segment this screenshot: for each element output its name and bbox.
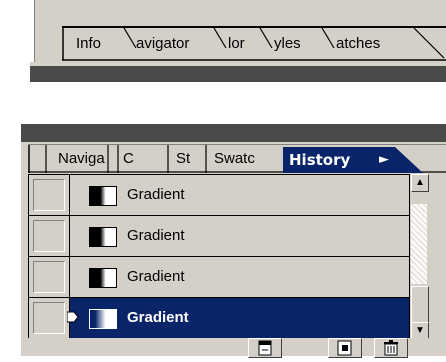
history-brush-source-cell[interactable] xyxy=(29,216,70,256)
current-state-slider-icon[interactable] xyxy=(67,311,79,323)
tab-navigator[interactable]: avigator xyxy=(136,28,189,60)
history-tab-row: Naviga C St Swatc History ► xyxy=(28,144,446,173)
history-state-row[interactable]: Gradient xyxy=(29,216,417,257)
tab-swatches[interactable]: Swatc xyxy=(214,145,255,173)
top-panel-bottom-bar xyxy=(30,66,446,82)
delete-state-button[interactable] xyxy=(374,338,408,358)
gradient-fill xyxy=(90,187,116,205)
gradient-icon xyxy=(89,186,117,206)
new-snapshot-icon xyxy=(337,340,352,356)
top-palette-panel: Info avigator lor yles atches xyxy=(30,0,446,82)
tab-swatches[interactable]: atches xyxy=(336,28,380,60)
history-palette-panel: Naviga C St Swatc History ► Gradient Gra… xyxy=(18,124,446,358)
top-panel-frame: Info avigator lor yles atches xyxy=(30,0,446,62)
tab-color[interactable]: C xyxy=(123,145,134,173)
new-snapshot-button[interactable] xyxy=(328,338,362,358)
source-box xyxy=(33,261,65,293)
panel-edge xyxy=(18,124,21,356)
scroll-track[interactable] xyxy=(411,204,427,284)
history-state-row[interactable]: Gradient xyxy=(29,257,417,298)
trash-icon xyxy=(384,340,398,356)
history-state-row[interactable]: Gradient xyxy=(29,175,417,216)
history-scrollbar[interactable]: ▲ ▼ xyxy=(409,174,429,340)
history-state-label: Gradient xyxy=(127,227,185,244)
gradient-fill xyxy=(90,310,116,328)
source-box xyxy=(33,302,65,334)
tab-styles[interactable]: St xyxy=(176,145,190,173)
scroll-up-button[interactable]: ▲ xyxy=(411,174,429,192)
tab-styles[interactable]: yles xyxy=(274,28,301,60)
history-state-label: Gradient xyxy=(127,186,185,203)
history-state-row-selected[interactable]: Gradient xyxy=(29,298,417,339)
new-document-from-state-icon xyxy=(258,340,272,356)
history-title-bar[interactable] xyxy=(18,124,446,142)
gradient-fill xyxy=(90,228,116,246)
tab-navigator[interactable]: Naviga xyxy=(58,145,105,173)
top-tab-row: Info avigator lor yles atches xyxy=(62,26,446,62)
gradient-icon xyxy=(89,309,117,329)
history-brush-source-cell[interactable] xyxy=(29,175,70,215)
history-brush-source-cell[interactable] xyxy=(29,298,70,338)
tab-info[interactable]: Info xyxy=(76,28,101,60)
palette-menu-arrow-icon[interactable]: ► xyxy=(379,147,389,173)
tab-separators xyxy=(62,28,446,61)
history-state-label: Gradient xyxy=(127,268,185,285)
tab-history-label: History xyxy=(289,151,351,169)
new-document-from-state-button[interactable] xyxy=(248,338,282,358)
gradient-icon xyxy=(89,268,117,288)
source-box xyxy=(33,220,65,252)
history-bottom-toolbar xyxy=(28,338,446,358)
gradient-fill xyxy=(90,269,116,287)
gradient-icon xyxy=(89,227,117,247)
scroll-thumb[interactable] xyxy=(411,286,429,324)
tab-color[interactable]: lor xyxy=(228,28,245,60)
source-box xyxy=(33,179,65,211)
history-brush-source-cell[interactable] xyxy=(29,257,70,297)
panel-edge xyxy=(30,0,35,62)
history-list: Gradient Gradient Gradient Gradient xyxy=(28,174,418,342)
history-state-label: Gradient xyxy=(127,309,189,326)
